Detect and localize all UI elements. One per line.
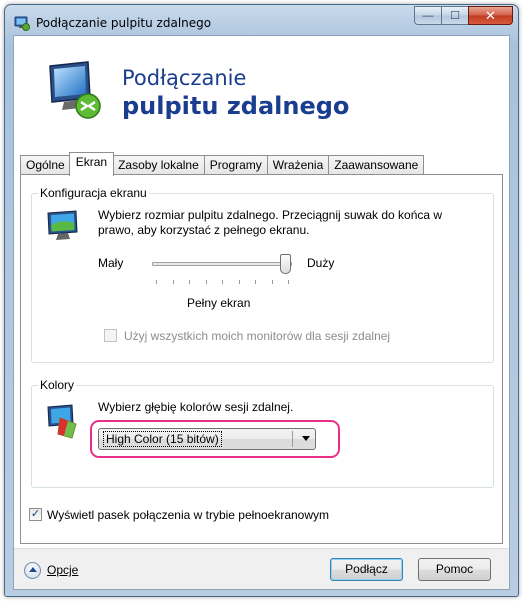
colors-group-label: Kolory <box>38 378 77 392</box>
display-config-label: Konfiguracja ekranu <box>38 186 149 200</box>
slider-tick <box>288 280 289 284</box>
maximize-icon: ☐ <box>450 10 460 22</box>
slider-tick <box>238 280 240 284</box>
options-label: Opcje <box>47 563 79 577</box>
chevron-down-icon <box>302 436 310 441</box>
maximize-button[interactable]: ☐ <box>441 6 468 25</box>
caption-buttons: — ☐ ✕ <box>414 6 513 26</box>
slider-min-label: Mały <box>98 256 124 270</box>
expand-options-icon <box>24 561 41 579</box>
title-bar[interactable]: Podłączanie pulpitu zdalnego — ☐ ✕ <box>5 5 518 39</box>
tab-local-resources[interactable]: Zasoby lokalne <box>112 155 205 176</box>
slider-value-text: Pełny ekran <box>187 296 251 310</box>
color-depth-value: High Color (15 bitów) <box>103 431 222 447</box>
dialog-footer: Opcje Podłącz Pomoc <box>14 548 509 589</box>
slider-tick <box>222 280 223 284</box>
connection-bar-label[interactable]: Wyświetl pasek połączenia w trybie pełno… <box>47 508 329 522</box>
slider-max-label: Duży <box>307 256 335 270</box>
select-separator <box>292 431 293 447</box>
size-slider-track[interactable] <box>152 262 292 266</box>
tab-general[interactable]: Ogólne <box>20 155 71 176</box>
dialog-client-area: Podłączanie pulpitu zdalnego Ogólne Ekra… <box>13 35 510 590</box>
tab-strip: Ogólne Ekran Zasoby lokalne Programy Wra… <box>20 152 425 176</box>
color-depth-select[interactable]: High Color (15 bitów) <box>98 428 316 450</box>
connect-button[interactable]: Podłącz <box>330 558 403 581</box>
slider-tick <box>205 280 207 284</box>
colors-description: Wybierz głębię kolorów sesji zdalnej. <box>98 400 294 414</box>
options-button[interactable]: Opcje <box>24 561 78 579</box>
connection-bar-checkbox[interactable]: ✓ <box>29 508 42 521</box>
close-button[interactable]: ✕ <box>468 6 513 25</box>
slider-tick <box>172 280 174 284</box>
minimize-button[interactable]: — <box>414 6 441 25</box>
colors-group: Kolory Wybierz głębię kolorów sesji zdal… <box>31 378 494 488</box>
remote-desktop-small-icon <box>14 16 30 31</box>
minimize-icon: — <box>422 9 434 22</box>
slider-tick <box>156 280 157 284</box>
close-icon: ✕ <box>485 7 496 23</box>
display-description: Wybierz rozmiar pulpitu zdalnego. Przeci… <box>98 208 443 237</box>
remote-desktop-icon <box>49 61 101 119</box>
rdp-window: Podłączanie pulpitu zdalnego — ☐ ✕ Podłą… <box>4 4 519 597</box>
color-palette-icon <box>47 404 77 439</box>
window-title: Podłączanie pulpitu zdalnego <box>36 16 212 30</box>
multimon-checkbox-label[interactable]: Użyj wszystkich moich monitorów dla sesj… <box>124 329 390 343</box>
header-title-line2: pulpitu zdalnego <box>122 92 350 120</box>
display-config-group: Konfiguracja ekranu Wybierz rozmiar pulp… <box>31 186 494 363</box>
tab-experience[interactable]: Wrażenia <box>266 155 330 176</box>
slider-tick <box>271 280 273 284</box>
size-slider-thumb[interactable] <box>280 254 291 274</box>
tab-programs[interactable]: Programy <box>203 155 268 176</box>
display-icon <box>47 210 78 240</box>
help-button[interactable]: Pomoc <box>418 558 491 581</box>
header-title-line1: Podłączanie <box>122 66 247 90</box>
tab-display[interactable]: Ekran <box>68 152 115 176</box>
display-tab-panel: Konfiguracja ekranu Wybierz rozmiar pulp… <box>20 174 503 544</box>
multimon-checkbox[interactable] <box>104 329 117 342</box>
tab-advanced[interactable]: Zaawansowane <box>328 155 425 176</box>
slider-tick <box>255 280 256 284</box>
slider-tick <box>189 280 190 284</box>
